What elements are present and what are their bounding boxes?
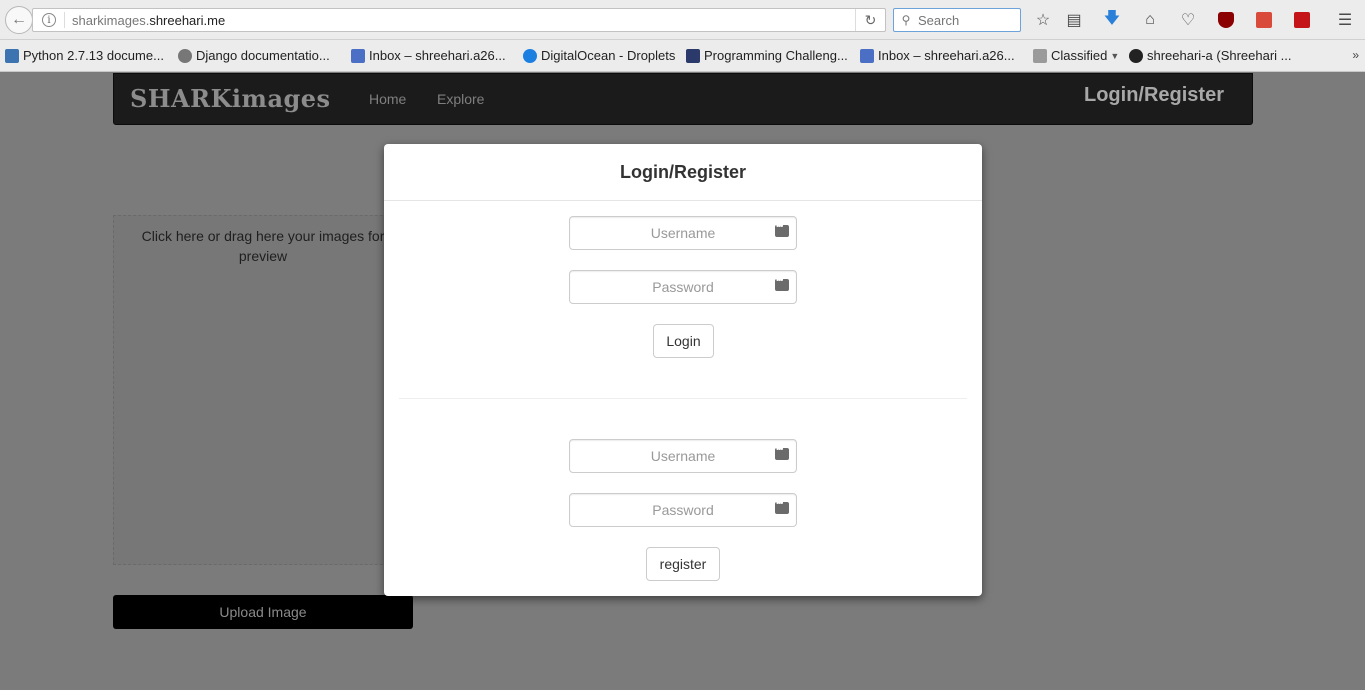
login-password-input[interactable] — [570, 271, 796, 303]
nav-home-link[interactable]: Home — [369, 91, 406, 107]
password-manager-icon[interactable] — [775, 444, 789, 460]
bookmark-folder-classified[interactable]: Classified ▼ — [1033, 48, 1119, 63]
bookmark-label: Inbox – shreehari.a26... — [369, 48, 506, 63]
dropzone-text: Click here or drag here your images for … — [141, 228, 385, 264]
globe-icon — [178, 48, 192, 63]
download-icon[interactable]: 🡇 — [1102, 10, 1122, 30]
site-brand-logo[interactable]: SHARKimages — [130, 84, 331, 113]
chevron-down-icon: ▼ — [1110, 50, 1120, 61]
bookmark-label: shreehari-a (Shreehari ... — [1147, 48, 1292, 63]
info-icon[interactable]: i — [42, 13, 56, 27]
reload-icon[interactable]: ↻ — [855, 9, 885, 31]
ublock-icon[interactable] — [1216, 10, 1236, 30]
url-prefix: sharkimages. — [72, 12, 150, 28]
register-button[interactable]: register — [646, 547, 720, 581]
login-username-input[interactable] — [570, 217, 796, 249]
modal-title: Login/Register — [619, 161, 746, 182]
pocket-icon[interactable]: ♡ — [1178, 10, 1198, 30]
password-manager-icon[interactable] — [775, 275, 789, 291]
bookmark-item[interactable]: DigitalOcean - Droplets — [523, 48, 675, 63]
bookmark-label: Classified — [1051, 48, 1108, 63]
url-bar[interactable]: i sharkimages.shreehari.me ↻ — [32, 8, 886, 32]
site-navbar: SHARKimages Home Explore Login/Register — [113, 73, 1253, 125]
modal-header: Login/Register — [384, 144, 982, 201]
bookmark-item[interactable]: Inbox – shreehari.a26... — [860, 48, 1015, 63]
bookmark-item[interactable]: shreehari-a (Shreehari ... — [1129, 48, 1292, 63]
password-manager-icon[interactable] — [775, 221, 789, 237]
bookmarks-bar: Python 2.7.13 docume... Django documenta… — [0, 40, 1365, 72]
register-username-input[interactable] — [570, 440, 796, 472]
nav-login-register-link[interactable]: Login/Register — [1084, 84, 1224, 107]
bookmark-item[interactable]: Python 2.7.13 docume... — [5, 48, 164, 63]
extension-icon[interactable] — [1254, 10, 1274, 30]
bookmark-label: Python 2.7.13 docume... — [23, 48, 164, 63]
register-password-input[interactable] — [570, 494, 796, 526]
url-separator — [64, 12, 65, 28]
login-username-field[interactable] — [569, 216, 797, 250]
login-register-modal: Login/Register Login register — [384, 144, 982, 596]
nav-explore-link[interactable]: Explore — [437, 91, 484, 107]
password-manager-icon[interactable] — [775, 498, 789, 514]
upload-image-button[interactable]: Upload Image — [113, 595, 413, 629]
back-arrow-icon[interactable]: ← — [5, 6, 33, 34]
bookmark-label: Django documentatio... — [196, 48, 330, 63]
form-divider — [399, 398, 967, 399]
search-bar[interactable]: ⚲ — [893, 8, 1021, 32]
login-password-field[interactable] — [569, 270, 797, 304]
register-password-field[interactable] — [569, 493, 797, 527]
bookmark-star-icon[interactable]: ☆ — [1033, 10, 1053, 30]
home-icon[interactable]: ⌂ — [1140, 10, 1160, 30]
browser-toolbar: ← i sharkimages.shreehari.me ↻ ⚲ ☆ ▤ 🡇 ⌂… — [0, 0, 1365, 40]
bookmarks-overflow-icon[interactable]: » — [1352, 48, 1359, 62]
bookmark-label: Inbox – shreehari.a26... — [878, 48, 1015, 63]
register-username-field[interactable] — [569, 439, 797, 473]
python-icon — [5, 48, 19, 63]
github-icon — [1129, 48, 1143, 63]
bookmark-item[interactable]: Inbox – shreehari.a26... — [351, 48, 506, 63]
search-input[interactable] — [918, 12, 1016, 28]
login-button[interactable]: Login — [653, 324, 714, 358]
bookmark-item[interactable]: Programming Challeng... — [686, 48, 848, 63]
image-dropzone[interactable]: Click here or drag here your images for … — [113, 215, 413, 565]
inbox-icon — [860, 48, 874, 63]
bookmark-label: DigitalOcean - Droplets — [541, 48, 676, 63]
menu-icon[interactable]: ☰ — [1335, 10, 1355, 30]
folder-icon — [1033, 48, 1047, 63]
bookmark-label: Programming Challeng... — [704, 48, 848, 63]
hackerrank-icon — [686, 48, 700, 63]
search-icon: ⚲ — [901, 13, 911, 27]
digitalocean-icon — [523, 48, 537, 63]
bookmark-item[interactable]: Django documentatio... — [178, 48, 330, 63]
reading-list-icon[interactable]: ▤ — [1064, 10, 1084, 30]
url-domain: shreehari.me — [149, 12, 226, 28]
inbox-icon — [351, 48, 365, 63]
lastpass-icon[interactable] — [1292, 10, 1312, 30]
url-text[interactable]: sharkimages.shreehari.me — [72, 13, 855, 28]
